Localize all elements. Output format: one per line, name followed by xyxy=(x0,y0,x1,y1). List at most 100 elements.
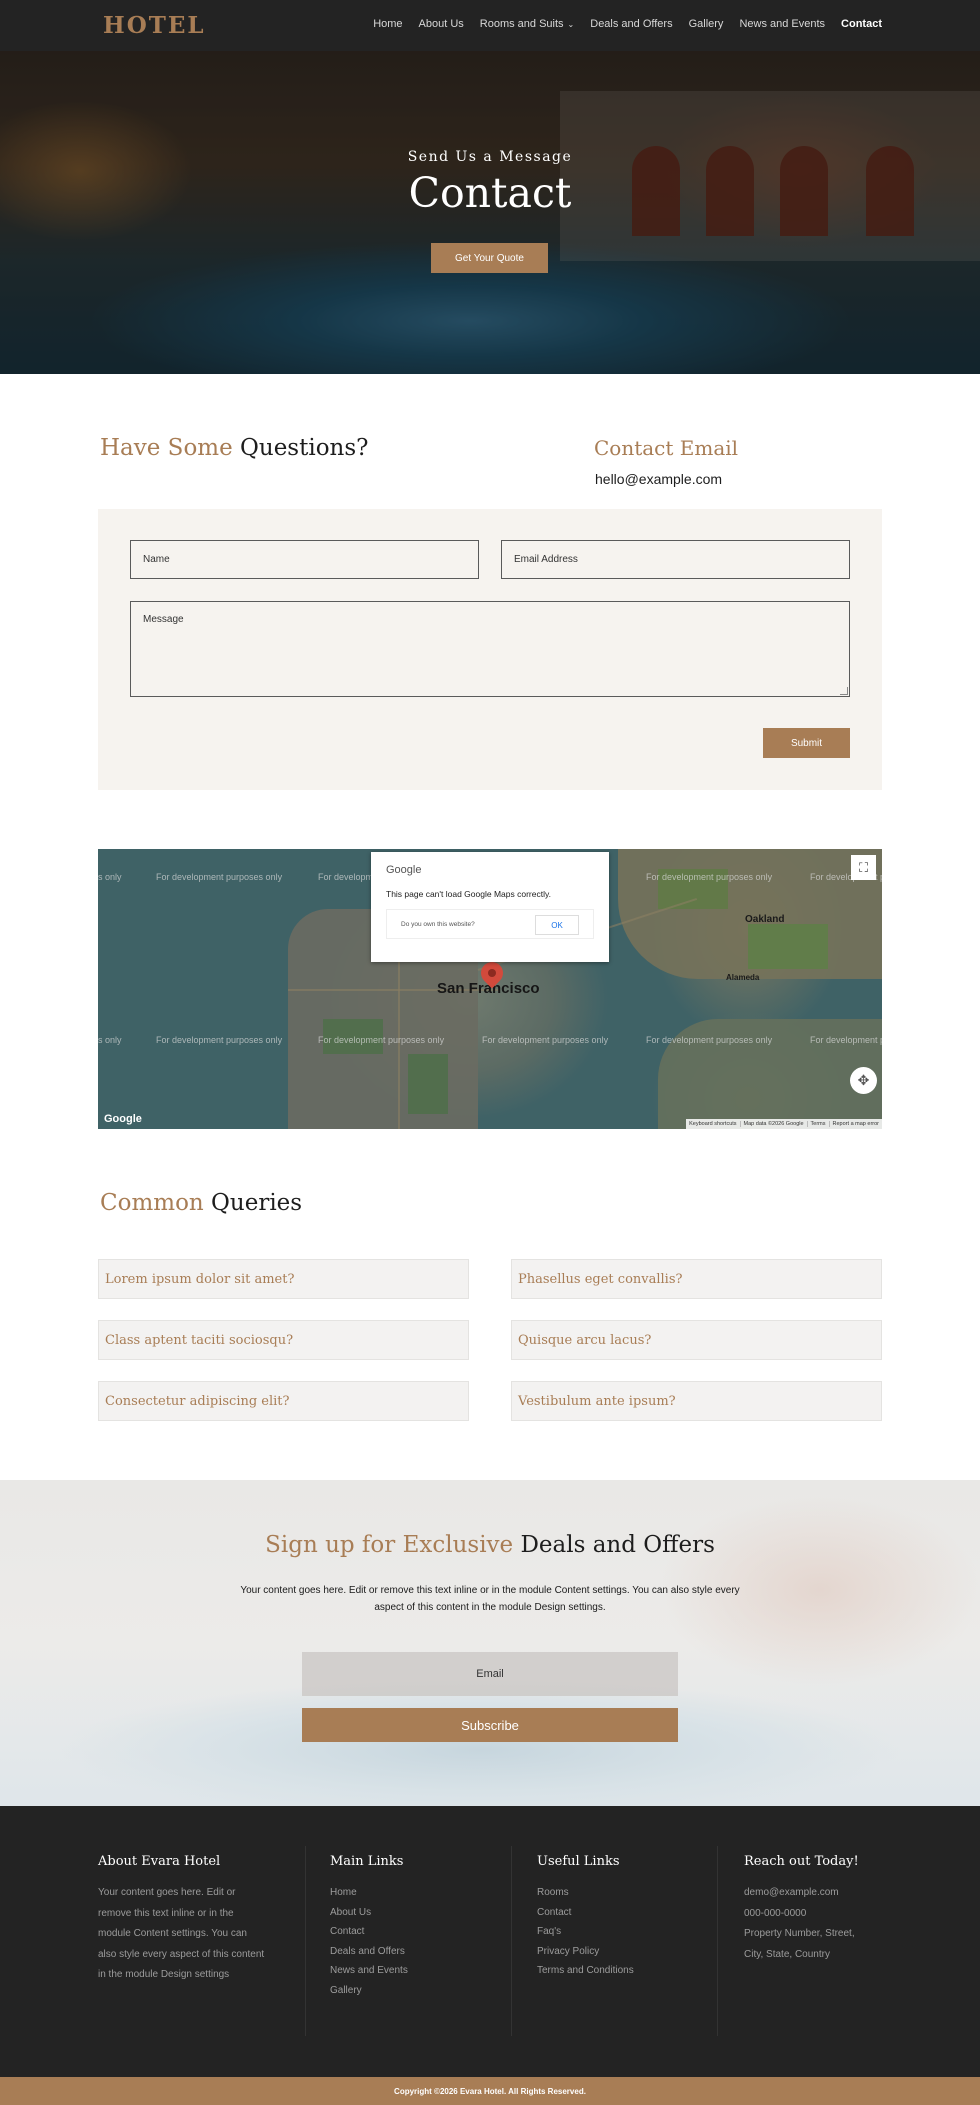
footer-divider xyxy=(511,1846,512,2036)
map-move-icon[interactable]: ✥ xyxy=(850,1067,877,1094)
signup-heading: Sign up for Exclusive Deals and Offers xyxy=(0,1532,980,1558)
contact-form: Name Email Address Message Submit xyxy=(98,509,882,790)
map-watermark: For development purposes only xyxy=(156,872,283,882)
nav-item-home[interactable]: Home xyxy=(373,18,402,30)
report-map-error-link[interactable]: Report a map error xyxy=(828,1121,882,1127)
nav-item-contact[interactable]: Contact xyxy=(841,18,882,30)
footer-phone: 000-000-0000 xyxy=(744,1907,807,1919)
faq-item[interactable]: Lorem ipsum dolor sit amet? xyxy=(98,1259,469,1299)
footer-main-title: Main Links xyxy=(330,1854,404,1869)
google-map[interactable]: s only For development purposes only For… xyxy=(98,849,882,1129)
map-error-dialog: Google This page can't load Google Maps … xyxy=(371,852,609,962)
signup-body-text: Your content goes here. Edit or remove t… xyxy=(240,1585,740,1613)
footer-main-links: Main Links Home About Us Contact Deals a… xyxy=(330,1854,490,2000)
faq-item[interactable]: Class aptent taciti sociosqu? xyxy=(98,1320,469,1360)
faq-item[interactable]: Quisque arcu lacus? xyxy=(511,1320,882,1360)
footer-link-home[interactable]: Home xyxy=(330,1883,490,1903)
terms-link[interactable]: Terms xyxy=(806,1121,829,1127)
footer-link-news[interactable]: News and Events xyxy=(330,1961,490,1981)
footer-link-privacy[interactable]: Privacy Policy xyxy=(537,1942,697,1962)
fullscreen-icon[interactable]: ⛶ xyxy=(851,855,876,880)
map-park xyxy=(408,1054,448,1114)
footer-link-about-us[interactable]: About Us xyxy=(330,1903,490,1923)
map-city-oakland: Oakland xyxy=(745,914,785,925)
nav-item-deals-and-offers[interactable]: Deals and Offers xyxy=(590,18,672,30)
map-watermark: For development purposes only xyxy=(646,872,773,882)
hero-subtitle: Send Us a Message xyxy=(407,149,573,165)
own-website-question: Do you own this website? xyxy=(401,921,475,928)
copyright-bar: Copyright ©2026 Evara Hotel. All Rights … xyxy=(0,2077,980,2105)
questions-heading-accent: Have Some xyxy=(100,435,233,461)
site-footer: About Evara Hotel Your content goes here… xyxy=(0,1806,980,2077)
email-input[interactable]: Email Address xyxy=(501,540,850,579)
message-textarea[interactable]: Message xyxy=(130,601,850,697)
footer-link-terms[interactable]: Terms and Conditions xyxy=(537,1961,697,1981)
main-menu: Home About Us Rooms and Suits ⌄ Deals and… xyxy=(357,18,882,30)
nav-item-about-us[interactable]: About Us xyxy=(419,18,464,30)
map-watermark: For development purposes only xyxy=(810,1035,882,1045)
footer-useful-title: Useful Links xyxy=(537,1854,620,1869)
map-attribution: Keyboard shortcuts Map data ©2026 Google… xyxy=(686,1119,882,1129)
map-data-label: Map data ©2026 Google xyxy=(739,1121,807,1127)
map-city-alameda: Alameda xyxy=(726,973,760,982)
footer-address-line1: Property Number, Street, xyxy=(744,1928,855,1939)
keyboard-shortcuts-link[interactable]: Keyboard shortcuts xyxy=(686,1121,739,1127)
footer-reach-title: Reach out Today! xyxy=(744,1854,859,1869)
nav-item-gallery[interactable]: Gallery xyxy=(689,18,724,30)
contact-email-title: Contact Email xyxy=(594,436,739,460)
map-error-row: Do you own this website? OK xyxy=(386,909,594,939)
chevron-down-icon: ⌄ xyxy=(567,20,575,29)
footer-link-faqs[interactable]: Faq's xyxy=(537,1922,697,1942)
footer-useful-links: Useful Links Rooms Contact Faq's Privacy… xyxy=(537,1854,697,1981)
nav-item-news-and-events[interactable]: News and Events xyxy=(739,18,825,30)
footer-link-contact[interactable]: Contact xyxy=(330,1922,490,1942)
queries-heading-rest: Queries xyxy=(211,1190,303,1216)
footer-reach-out: Reach out Today! demo@example.com 000-00… xyxy=(744,1854,894,1965)
map-error-ok-button[interactable]: OK xyxy=(535,915,579,935)
name-input[interactable]: Name xyxy=(130,540,479,579)
map-watermark: For development purposes only xyxy=(482,1035,609,1045)
resize-handle-icon[interactable] xyxy=(840,687,848,695)
queries-heading-accent: Common xyxy=(100,1190,204,1216)
footer-link-gallery[interactable]: Gallery xyxy=(330,1981,490,2001)
footer-address-line2: City, State, Country xyxy=(744,1948,830,1960)
footer-email[interactable]: demo@example.com xyxy=(744,1883,894,1904)
hero-banner: Send Us a Message Contact Get Your Quote xyxy=(0,51,980,374)
footer-link-deals[interactable]: Deals and Offers xyxy=(330,1942,490,1962)
footer-about-text: Your content goes here. Edit or remove t… xyxy=(98,1887,265,1980)
signup-heading-rest: Deals and Offers xyxy=(520,1532,715,1558)
subscribe-button[interactable]: Subscribe xyxy=(302,1708,678,1742)
questions-heading: Have Some Questions? xyxy=(100,435,369,461)
site-logo[interactable]: HOTEL xyxy=(103,12,206,39)
faq-item[interactable]: Vestibulum ante ipsum? xyxy=(511,1381,882,1421)
footer-about-title: About Evara Hotel xyxy=(98,1854,221,1869)
message-placeholder: Message xyxy=(143,614,184,625)
google-map-logo[interactable]: Google xyxy=(104,1113,142,1125)
footer-link-contact[interactable]: Contact xyxy=(537,1903,697,1923)
footer-link-rooms[interactable]: Rooms xyxy=(537,1883,697,1903)
footer-about: About Evara Hotel Your content goes here… xyxy=(98,1854,268,1986)
common-queries-heading: Common Queries xyxy=(100,1190,302,1216)
top-navbar: HOTEL Home About Us Rooms and Suits ⌄ Dea… xyxy=(0,0,980,51)
newsletter-signup: Sign up for Exclusive Deals and Offers Y… xyxy=(0,1480,980,1806)
signup-heading-accent: Sign up for Exclusive xyxy=(265,1532,514,1558)
map-watermark: For development purposes only xyxy=(156,1035,283,1045)
map-watermark: For development purposes only xyxy=(318,1035,445,1045)
google-logo: Google xyxy=(386,864,422,876)
map-watermark: s only xyxy=(98,872,122,882)
map-error-message: This page can't load Google Maps correct… xyxy=(386,889,551,899)
page-title: Contact xyxy=(408,169,572,217)
faq-item[interactable]: Phasellus eget convallis? xyxy=(511,1259,882,1299)
nav-item-rooms-and-suits[interactable]: Rooms and Suits ⌄ xyxy=(480,18,574,30)
map-watermark: For development purposes only xyxy=(646,1035,773,1045)
questions-heading-rest: Questions? xyxy=(240,435,369,461)
contact-email-value[interactable]: hello@example.com xyxy=(595,471,722,487)
map-park xyxy=(748,924,828,969)
faq-item[interactable]: Consectetur adipiscing elit? xyxy=(98,1381,469,1421)
get-quote-button[interactable]: Get Your Quote xyxy=(431,243,548,273)
submit-button[interactable]: Submit xyxy=(763,728,850,758)
newsletter-email-input[interactable]: Email xyxy=(302,1652,678,1696)
nav-item-rooms-label: Rooms and Suits xyxy=(479,18,564,30)
footer-divider xyxy=(305,1846,306,2036)
footer-divider xyxy=(717,1846,718,2036)
